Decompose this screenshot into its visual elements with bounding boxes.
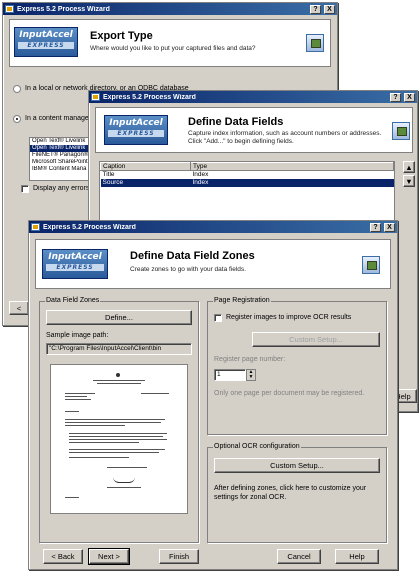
one-page-note: Only one page per document may be regist… [214, 390, 365, 397]
inputaccel-logo: InputAccel EXPRESS [14, 27, 78, 57]
close-title-button[interactable]: X [324, 4, 335, 14]
ocr-note: After defining zones, click here to cust… [214, 485, 367, 501]
title-bar[interactable]: Express 5.2 Process Wizard ? X [89, 91, 417, 103]
custom-setup-disabled-button[interactable]: Custom Setup... [252, 332, 380, 347]
inputaccel-logo: InputAccel EXPRESS [104, 115, 168, 145]
table-row[interactable]: Source Index [100, 178, 394, 187]
list-item[interactable]: FileNET® Panagon® [30, 152, 92, 159]
help-title-button[interactable]: ? [310, 4, 321, 14]
wizard-icon [362, 256, 380, 274]
custom-setup-button[interactable]: Custom Setup... [214, 458, 380, 473]
help-title-button[interactable]: ? [390, 92, 401, 102]
register-images-checkbox[interactable] [214, 314, 222, 322]
help-button[interactable]: Help [335, 549, 379, 564]
register-page-number-label: Register page number: [214, 356, 286, 363]
list-item[interactable]: Open Text® Livelink [30, 138, 92, 145]
wizard-icon [306, 34, 324, 52]
group-label: Optional OCR configuration [213, 443, 301, 450]
odbc-radio[interactable] [13, 85, 21, 93]
wizard-header: InputAccel EXPRESS Export Type Where woul… [9, 19, 331, 67]
page-subtitle: Where would you like to put your capture… [90, 45, 256, 52]
page-subtitle: Capture index information, such as accou… [188, 130, 382, 145]
caption-column-header[interactable]: Caption [100, 162, 191, 171]
cms-list[interactable]: Open Text® Livelink Open Text® Livelink … [29, 137, 93, 181]
type-column-header[interactable]: Type [190, 162, 394, 171]
app-icon [5, 5, 14, 13]
content-management-radio[interactable] [13, 115, 21, 123]
table-row[interactable]: Title Index [101, 171, 394, 179]
app-icon [31, 223, 40, 231]
group-label: Data Field Zones [45, 297, 101, 304]
page-title: Export Type [90, 30, 153, 42]
display-errors-checkbox[interactable] [21, 185, 29, 193]
page-registration-group: Page Registration Register images to imp… [207, 297, 387, 435]
wizard-header: InputAccel EXPRESS Define Data Field Zone… [35, 239, 391, 289]
sample-path-label: Sample image path: [46, 332, 109, 339]
app-icon [91, 93, 100, 101]
back-button[interactable]: < Back [43, 549, 83, 564]
list-item[interactable]: Microsoft SharePoint [30, 159, 92, 166]
register-images-label: Register images to improve OCR results [226, 314, 352, 321]
page-title: Define Data Fields [188, 116, 284, 128]
page-number-spinner[interactable]: ▲ ▼ [246, 369, 256, 381]
list-item[interactable]: IBM® Content Mana [30, 166, 92, 173]
list-item[interactable]: Open Text® Livelink [30, 145, 92, 152]
data-field-zones-group: Data Field Zones Define... Sample image … [39, 297, 199, 543]
finish-button[interactable]: Finish [159, 549, 199, 564]
close-title-button[interactable]: X [404, 92, 415, 102]
window-title: Express 5.2 Process Wizard [43, 223, 136, 231]
title-bar[interactable]: Express 5.2 Process Wizard ? X [3, 3, 337, 15]
window-title: Express 5.2 Process Wizard [17, 5, 110, 13]
page-number-field[interactable]: 1 [214, 369, 246, 381]
title-bar[interactable]: Express 5.2 Process Wizard ? X [29, 221, 397, 233]
display-errors-label: Display any errors encountered [33, 185, 91, 192]
close-title-button[interactable]: X [384, 222, 395, 232]
inputaccel-logo: InputAccel EXPRESS [42, 249, 108, 279]
page-title: Define Data Field Zones [130, 250, 255, 262]
sample-image-preview[interactable] [50, 364, 188, 514]
group-label: Page Registration [213, 297, 271, 304]
page-subtitle: Create zones to go with your data fields… [130, 266, 246, 273]
document-thumbnail [63, 371, 175, 507]
cancel-button[interactable]: Cancel [277, 549, 321, 564]
wizard-header: InputAccel EXPRESS Define Data Fields Cap… [95, 107, 413, 153]
define-button[interactable]: Define... [46, 310, 192, 325]
move-down-button[interactable]: ▼ [403, 175, 415, 187]
back-button[interactable]: < [9, 301, 29, 315]
wizard-icon [392, 122, 410, 140]
move-up-button[interactable]: ▲ [403, 161, 415, 173]
sample-path-field[interactable]: "C:\Program Files\InputAccel\Client\bin [46, 343, 192, 355]
ocr-configuration-group: Optional OCR configuration Custom Setup.… [207, 443, 387, 543]
define-data-field-zones-window: Express 5.2 Process Wizard ? X InputAcce… [28, 220, 398, 570]
help-title-button[interactable]: ? [370, 222, 381, 232]
next-button[interactable]: Next > [88, 548, 130, 565]
window-title: Express 5.2 Process Wizard [103, 93, 196, 101]
